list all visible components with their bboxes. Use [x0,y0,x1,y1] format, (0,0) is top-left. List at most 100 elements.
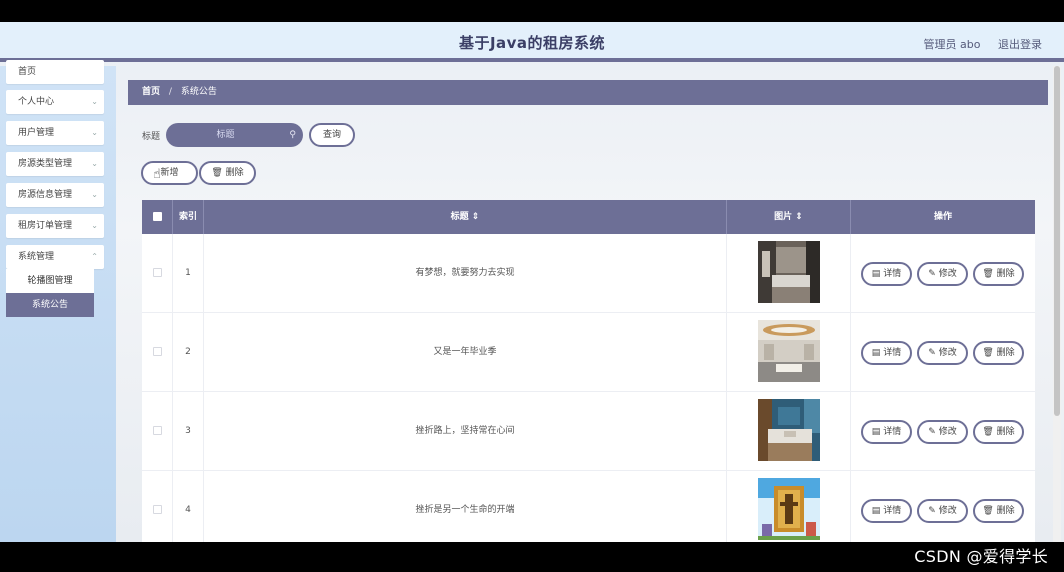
blue-bedroom-image [758,399,820,461]
detail-button[interactable]: ▤ 详情 [861,499,912,523]
row-index: 1 [173,234,204,313]
detail-label: 详情 [883,427,902,437]
user-name: 管理员 abo [923,38,981,51]
detail-label: 详情 [883,348,902,358]
row-image-cell [727,234,851,313]
doc-icon: ▤ [871,348,881,358]
breadcrumb-separator: / [168,87,172,97]
pencil-icon: ✎ [928,427,936,437]
row-ops: ▤ 详情 ✎ 修改 🗑 删除 [851,313,1035,392]
pencil-icon: ✎ [928,269,936,279]
sidebar-item-label: 房源信息管理 [18,190,73,200]
edit-label: 修改 [938,506,957,516]
delete-label: 删除 [225,168,244,178]
row-image-cell [727,313,851,392]
screen: 基于Java的租房系统 管理员 abo 退出登录 首页 个人中心 ⌄ 用户管理 … [0,0,1064,572]
checkbox-icon [152,268,162,277]
row-checkbox[interactable] [142,392,173,471]
watermark: CSDN @爱得学长 [914,547,1048,566]
delete-button[interactable]: 🗑 删除 [199,161,256,185]
edit-button[interactable]: ✎ 修改 [917,499,968,523]
add-button[interactable]: 新增 [141,161,198,185]
query-button[interactable]: 查询 [309,123,355,147]
row-index: 3 [173,392,204,471]
delete-label: 删除 [996,269,1015,279]
rent-sign-image [758,478,820,540]
user-area: 管理员 abo 退出登录 [910,36,1042,52]
edit-button[interactable]: ✎ 修改 [917,420,968,444]
thumbnail-rent-sign [758,478,820,540]
row-delete-button[interactable]: 🗑 删除 [973,499,1024,523]
header-image[interactable]: 图片 ⇕ [727,200,851,234]
doc-icon: ▤ [871,506,881,516]
header-index: 索引 [173,200,204,234]
chevron-down-icon: ⌄ [91,128,98,137]
edit-label: 修改 [938,348,957,358]
pencil-icon: ✎ [928,506,936,516]
header-title[interactable]: 标题 ⇕ [204,200,727,234]
chevron-down-icon: ⌄ [91,97,98,106]
header-select-all[interactable] [142,200,173,234]
row-ops: ▤ 详情 ✎ 修改 🗑 删除 [851,392,1035,471]
table-row: 4 挫折是另一个生命的开端 ▤ 详情 ✎ 修改 🗑 删除 [142,471,1035,542]
row-delete-button[interactable]: 🗑 删除 [973,420,1024,444]
thumbnail-hall [758,320,820,382]
checkbox-icon [152,505,162,514]
row-image-cell [727,392,851,471]
row-index: 4 [173,471,204,542]
row-ops: ▤ 详情 ✎ 修改 🗑 删除 [851,471,1035,542]
thumbnail-blue-bedroom [758,399,820,461]
row-checkbox[interactable] [142,471,173,542]
row-title: 挫折路上，坚持常在心间 [204,392,727,471]
sidebar-item-profile[interactable]: 个人中心 ⌄ [6,90,104,114]
table-row: 2 又是一年毕业季 ▤ 详情 ✎ 修改 🗑 删除 [142,313,1035,392]
checkbox-icon [152,426,162,435]
sidebar-subitem-carousel[interactable]: 轮播图管理 [6,269,94,293]
sidebar-item-orders[interactable]: 租房订单管理 ⌄ [6,214,104,238]
row-title: 又是一年毕业季 [204,313,727,392]
edit-label: 修改 [938,269,957,279]
sidebar-item-house-types[interactable]: 房源类型管理 ⌄ [6,152,104,176]
row-checkbox[interactable] [142,313,173,392]
detail-button[interactable]: ▤ 详情 [861,420,912,444]
table-header: 索引 标题 ⇕ 图片 ⇕ 操作 [142,200,1035,234]
detail-label: 详情 [883,506,902,516]
row-title: 有梦想，就要努力去实现 [204,234,727,313]
header: 基于Java的租房系统 管理员 abo 退出登录 [0,22,1064,62]
chevron-down-icon: ⌄ [91,190,98,199]
sidebar-item-label: 个人中心 [18,97,55,107]
hand-cursor-icon: ☝ [153,167,161,182]
detail-button[interactable]: ▤ 详情 [861,341,912,365]
sidebar-subitem-announcements[interactable]: 系统公告 [6,293,94,317]
table-row: 1 有梦想，就要努力去实现 ▤ 详情 ✎ 修改 🗑 删除 [142,234,1035,313]
sidebar-item-users[interactable]: 用户管理 ⌄ [6,121,104,145]
breadcrumb-current: 系统公告 [180,87,217,97]
add-label: 新增 [160,168,179,178]
trash-icon: 🗑 [982,427,994,437]
logout-link[interactable]: 退出登录 [998,38,1042,51]
sidebar-item-home[interactable]: 首页 [6,60,104,84]
scrollbar[interactable] [1053,66,1061,542]
sidebar-item-system[interactable]: 系统管理 ⌃ [6,245,104,269]
sidebar-item-label: 首页 [18,67,37,77]
hall-image [758,320,820,382]
breadcrumb-home[interactable]: 首页 [142,87,160,97]
search-input[interactable]: 标题 ⚲ [166,123,303,147]
scrollbar-thumb[interactable] [1054,66,1060,416]
sidebar-item-house-info[interactable]: 房源信息管理 ⌄ [6,183,104,207]
edit-label: 修改 [938,427,957,437]
app-window: 基于Java的租房系统 管理员 abo 退出登录 首页 个人中心 ⌄ 用户管理 … [0,22,1064,542]
doc-icon: ▤ [871,269,881,279]
row-delete-button[interactable]: 🗑 删除 [973,262,1024,286]
sidebar-item-label: 房源类型管理 [18,159,73,169]
edit-button[interactable]: ✎ 修改 [917,341,968,365]
trash-icon: 🗑 [982,506,994,516]
row-delete-button[interactable]: 🗑 删除 [973,341,1024,365]
edit-button[interactable]: ✎ 修改 [917,262,968,286]
bedroom-image [758,241,820,303]
delete-label: 删除 [996,427,1015,437]
letterbox-bottom [0,542,1064,572]
detail-label: 详情 [883,269,902,279]
detail-button[interactable]: ▤ 详情 [861,262,912,286]
row-checkbox[interactable] [142,234,173,313]
